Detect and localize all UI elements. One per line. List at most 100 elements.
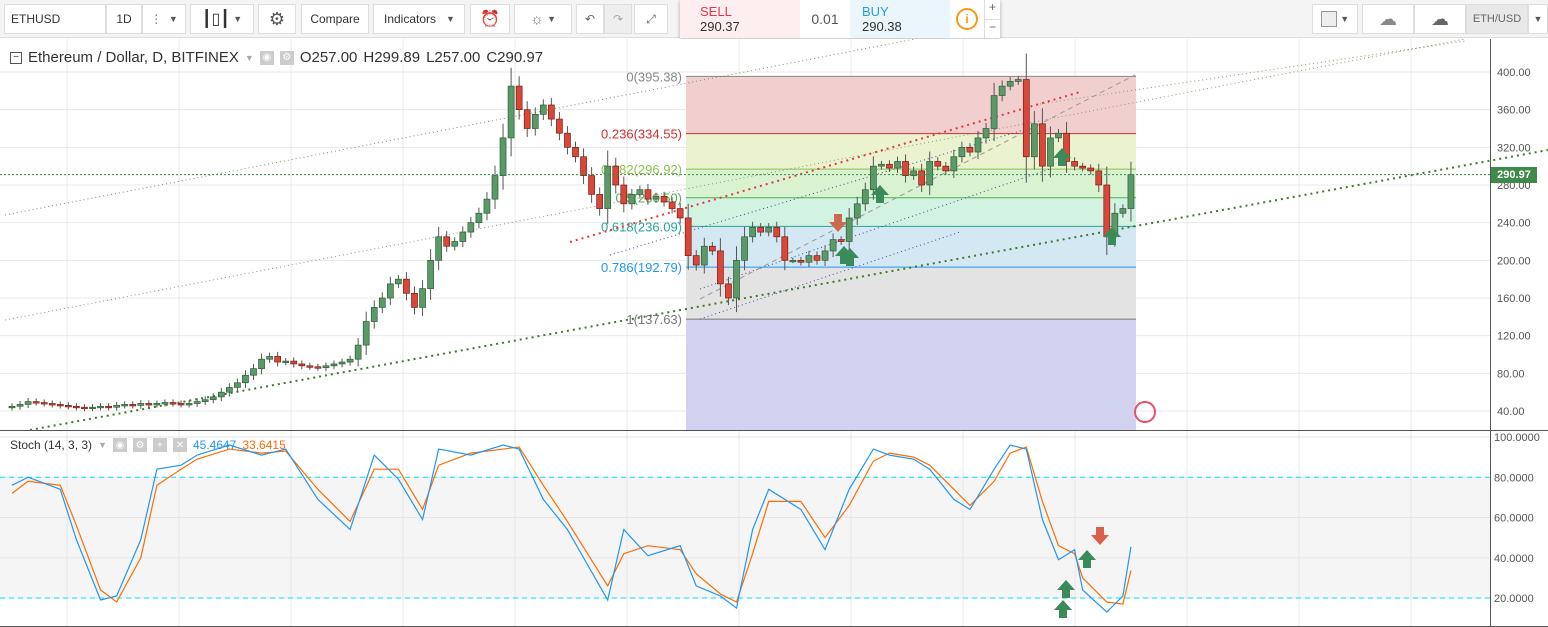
candle — [403, 278, 410, 294]
candle — [64, 405, 72, 408]
color-swatch-icon — [1320, 11, 1337, 27]
load-chart-button[interactable]: ☁ — [1362, 4, 1414, 34]
undo-button[interactable]: ↶ — [576, 4, 604, 34]
candle — [942, 165, 950, 172]
candle — [853, 203, 861, 219]
candle — [684, 217, 692, 256]
trading-panel: SELL 290.37 0.01 BUY 290.38 i + − — [680, 0, 1000, 38]
candle — [708, 245, 716, 252]
candle — [362, 321, 370, 346]
collapse-icon[interactable]: − — [10, 51, 22, 64]
main-series-legend: − Ethereum / Dollar, D, BITFINEX ▼ ◉ ⚙ O2… — [10, 49, 543, 66]
candles-icon: ┃▯┃ — [201, 11, 230, 28]
chevron-down-icon[interactable]: ▼ — [98, 440, 107, 450]
price-axis-label: 360.00 — [1497, 105, 1531, 117]
stoch-title[interactable]: Stoch (14, 3, 3) — [10, 438, 92, 452]
candle — [1006, 81, 1014, 87]
buy-button[interactable]: BUY 290.38 — [850, 0, 950, 38]
candle — [717, 250, 724, 285]
fib-zone — [686, 319, 1136, 430]
fib-level-label: 0.236(334.55) — [601, 127, 682, 142]
candle — [97, 405, 104, 409]
series-title[interactable]: Ethereum / Dollar, D, BITFINEX — [28, 49, 239, 66]
candle — [24, 401, 32, 405]
candle — [32, 401, 40, 404]
indicators-button[interactable]: Indicators ▼ — [373, 4, 465, 34]
info-icon[interactable]: i — [950, 0, 984, 38]
symbol-right-menu[interactable]: ▼ — [1528, 4, 1548, 34]
candle — [974, 137, 982, 153]
save-chart-button[interactable]: ☁ — [1414, 4, 1466, 34]
chart-style-button[interactable]: ┃▯┃ ▼ — [190, 4, 254, 34]
candle — [966, 146, 974, 153]
signal-up-arrow-icon — [1054, 600, 1072, 618]
stoch-legend: Stoch (14, 3, 3) ▼ ◉ ⚙ + ✕ 45.4647 33.6415 — [10, 438, 286, 452]
stoch-k-value: 45.4647 — [192, 438, 237, 452]
gear-icon[interactable]: ⚙ — [132, 438, 147, 452]
chevron-down-icon: ▼ — [233, 14, 243, 24]
candle — [1047, 137, 1054, 167]
chevron-down-icon[interactable]: ▼ — [245, 53, 254, 63]
candle — [861, 189, 869, 205]
redo-button[interactable]: ↷ — [604, 4, 632, 34]
settings-button[interactable]: ⚙ — [258, 4, 296, 34]
candle — [209, 396, 217, 401]
symbol-search[interactable]: ETHUSD — [4, 4, 106, 34]
price-axis-label: 160.00 — [1497, 293, 1531, 305]
candle — [330, 363, 338, 367]
alert-button[interactable]: ⏰ — [470, 4, 510, 34]
candle — [620, 184, 628, 205]
candle — [8, 405, 16, 409]
candle — [177, 403, 185, 406]
drawing-color-button[interactable]: ▼ — [1312, 4, 1358, 34]
candle — [443, 236, 451, 247]
candle — [250, 368, 257, 376]
minus-button[interactable]: − — [985, 18, 1000, 39]
candle — [950, 156, 958, 172]
gear-icon[interactable]: ⚙ — [279, 50, 294, 65]
fullscreen-icon: ⤢ — [646, 11, 656, 26]
symbol-right-button[interactable]: ETH/USD — [1466, 4, 1528, 34]
candle — [958, 146, 966, 158]
candle — [765, 227, 773, 233]
candle — [427, 259, 434, 289]
chevron-down-icon: ▼ — [547, 14, 556, 24]
stoch-axis-label: 40.0000 — [1494, 553, 1534, 565]
interval-label: 1D — [116, 12, 132, 26]
sell-label: SELL — [700, 4, 732, 19]
sell-button[interactable]: SELL 290.37 — [680, 0, 800, 38]
chart-canvas[interactable]: 400.00360.00320.00280.00240.00200.00160.… — [0, 39, 1548, 627]
compare-button[interactable]: Compare — [301, 4, 369, 34]
candle — [217, 391, 225, 398]
candle — [370, 307, 378, 322]
candle — [588, 175, 595, 195]
eye-icon[interactable]: ◉ — [259, 50, 274, 65]
candle — [306, 365, 314, 368]
theme-button[interactable]: ☼ ▼ — [514, 4, 572, 34]
candle — [40, 402, 48, 405]
candle — [926, 161, 934, 186]
candle — [773, 227, 781, 238]
plus-button[interactable]: + — [985, 0, 1000, 19]
interval-menu-button[interactable]: ⋮ ▼ — [142, 4, 186, 34]
chevron-down-icon: ▼ — [446, 14, 455, 24]
candle — [829, 239, 837, 252]
candle — [894, 161, 901, 169]
close-icon[interactable]: ✕ — [172, 438, 187, 452]
compare-label: Compare — [310, 12, 360, 26]
interval-button[interactable]: 1D — [106, 4, 142, 34]
candle — [290, 360, 298, 365]
eye-icon[interactable]: ◉ — [112, 438, 127, 452]
plus-icon[interactable]: + — [152, 438, 167, 452]
symbol-label: ETHUSD — [11, 12, 61, 26]
spread: 0.01 — [811, 11, 839, 27]
candle — [813, 255, 821, 261]
candle — [821, 250, 829, 261]
candle — [612, 165, 620, 186]
buy-label: BUY — [862, 4, 889, 19]
candle — [483, 198, 491, 214]
fullscreen-button[interactable]: ⤢ — [634, 4, 668, 34]
candle — [346, 358, 354, 363]
candle — [523, 109, 531, 129]
candle — [354, 344, 362, 360]
